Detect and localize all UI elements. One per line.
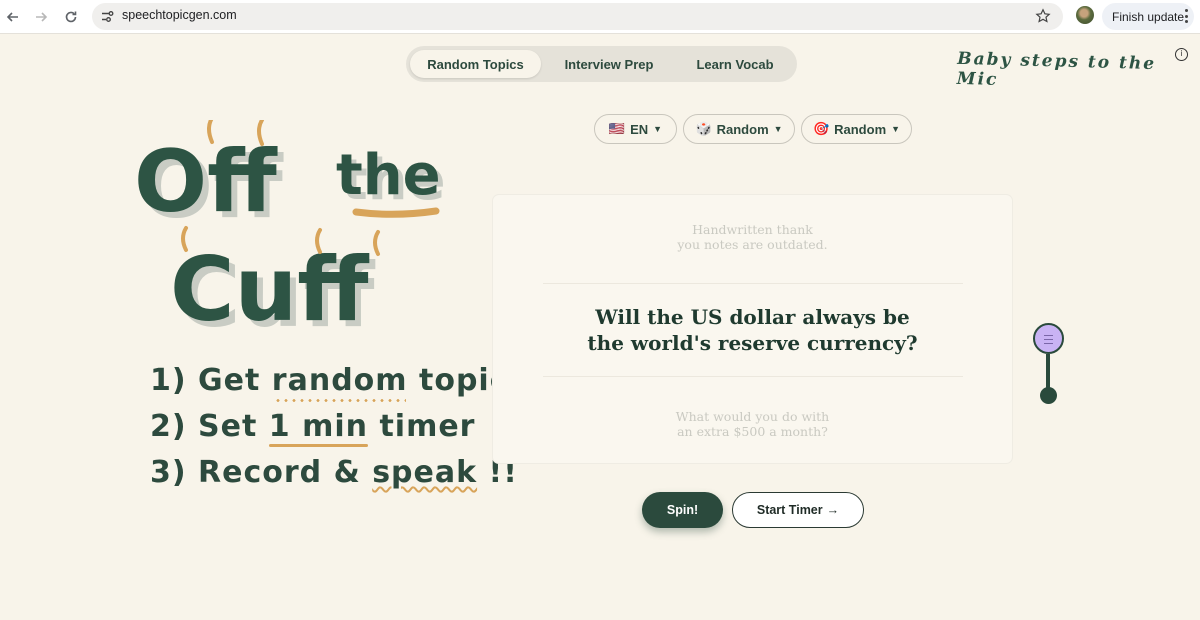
address-bar[interactable]: speechtopicgen.com xyxy=(92,3,1063,30)
previous-topic: Handwritten thank you notes are outdated… xyxy=(677,222,828,252)
language-dropdown[interactable]: 🇺🇸 EN ▼ xyxy=(594,114,677,144)
browser-toolbar: speechtopicgen.com Finish update xyxy=(0,0,1200,34)
caret-down-icon: ▼ xyxy=(891,124,901,134)
dice-icon: 🎲 xyxy=(695,121,712,136)
flag-icon: 🇺🇸 xyxy=(608,121,626,136)
hero-underline xyxy=(352,207,440,218)
spin-lever-handle[interactable] xyxy=(1033,323,1064,354)
profile-avatar[interactable] xyxy=(1076,6,1094,24)
lever-base xyxy=(1040,387,1057,404)
hero-word-off: Off xyxy=(134,132,278,232)
step-3: 3) Record & speak !! xyxy=(150,455,518,490)
browser-menu-icon[interactable] xyxy=(1185,9,1189,25)
forward-icon[interactable] xyxy=(30,6,52,28)
start-timer-label: Start Timer xyxy=(756,503,823,517)
bookmark-star-icon[interactable] xyxy=(1035,8,1051,28)
difficulty-label: Random xyxy=(834,121,887,137)
start-timer-button[interactable]: Start Timer → xyxy=(732,492,864,528)
caret-down-icon: ▼ xyxy=(653,124,663,134)
current-topic: Will the US dollar always be the world's… xyxy=(587,305,918,355)
arrow-right-icon: → xyxy=(826,503,840,517)
tab-interview-prep[interactable]: Interview Prep xyxy=(549,50,669,78)
tab-random-topics[interactable]: Random Topics xyxy=(410,50,541,78)
back-icon[interactable] xyxy=(2,6,24,28)
language-label: EN xyxy=(630,121,649,137)
hero-word-the: the xyxy=(336,143,441,208)
difficulty-dropdown[interactable]: 🎯 Random ▼ xyxy=(801,114,912,144)
tab-learn-vocab[interactable]: Learn Vocab xyxy=(677,50,793,78)
reload-icon[interactable] xyxy=(60,6,82,28)
info-icon[interactable]: i xyxy=(1175,48,1188,61)
next-topic: What would you do with an extra $500 a m… xyxy=(675,409,830,439)
target-icon: 🎯 xyxy=(812,121,830,136)
step-1: 1) Get random topic xyxy=(150,358,507,404)
url-text[interactable]: speechtopicgen.com xyxy=(122,8,237,22)
site-settings-icon[interactable] xyxy=(100,9,115,24)
hero-word-cuff: Cuff xyxy=(170,238,370,341)
finish-update-button[interactable]: Finish update xyxy=(1102,3,1194,30)
reel-divider-bottom xyxy=(543,376,963,377)
category-label: Random xyxy=(716,121,769,137)
step-2: 2) Set 1 min timer xyxy=(150,404,474,450)
hero-title-art: Off Off the the Cuff Cuff xyxy=(134,120,446,347)
spin-button[interactable]: Spin! xyxy=(642,492,723,528)
mode-tabs: Random Topics Interview Prep Learn Vocab xyxy=(406,46,797,82)
instruction-steps: 1) Get random topic 2) Set 1 min timer 3… xyxy=(150,358,518,496)
caret-down-icon: ▼ xyxy=(773,124,783,134)
brand-logo: Baby steps to the Mic xyxy=(956,48,1157,90)
reel-divider-top xyxy=(543,283,963,284)
topic-reel-card: Handwritten thank you notes are outdated… xyxy=(493,195,1012,463)
category-dropdown[interactable]: 🎲 Random ▼ xyxy=(683,114,795,144)
